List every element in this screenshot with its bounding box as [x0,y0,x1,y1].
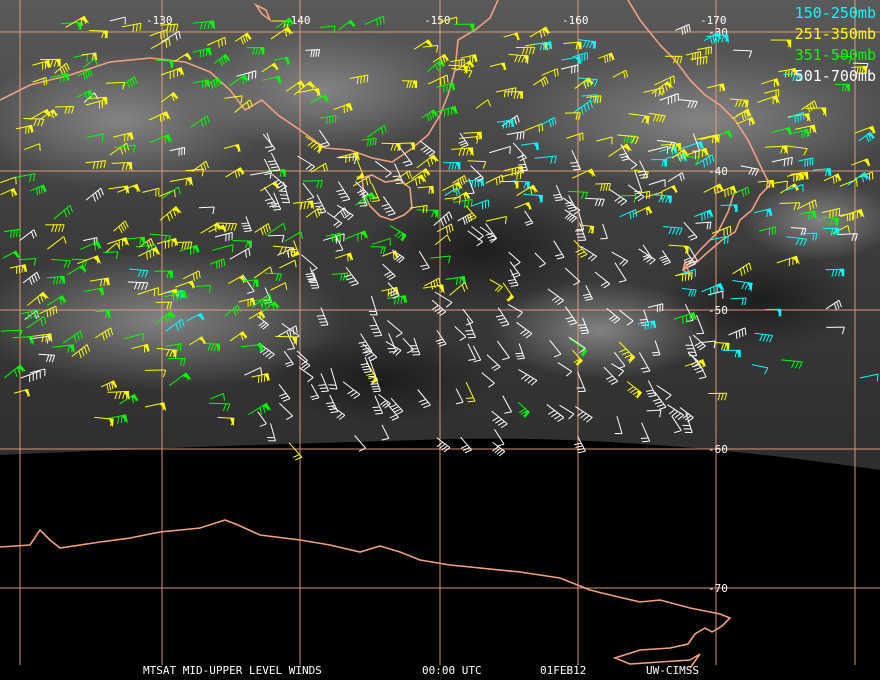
legend-item-251-350: 251-350mb [794,25,876,43]
pressure-legend: 150-250mb 251-350mb 351-500mb 501-700mb [795,3,876,87]
longitude-label: -160 [562,14,589,27]
latitude-label: -70 [708,582,728,595]
footer-time: 00:00 UTC [422,664,482,677]
footer-source: UW-CIMSS [646,664,699,677]
footer-caption: MTSAT MID-UPPER LEVEL WINDS 00:00 UTC 01… [0,664,880,680]
wind-map: -130 -140 -150 -160 -170 -30 -40 -50 -60… [0,0,880,680]
footer-date: 01FEB12 [540,664,587,677]
legend-item-150-250: 150-250mb [794,4,876,22]
footer-title: MTSAT MID-UPPER LEVEL WINDS [143,664,322,677]
latitude-label: -60 [708,443,728,456]
legend-item-501-700: 501-700mb [794,67,876,85]
latitude-label: -50 [708,304,728,317]
legend-item-351-500: 351-500mb [794,46,876,64]
latitude-label: -40 [708,165,728,178]
